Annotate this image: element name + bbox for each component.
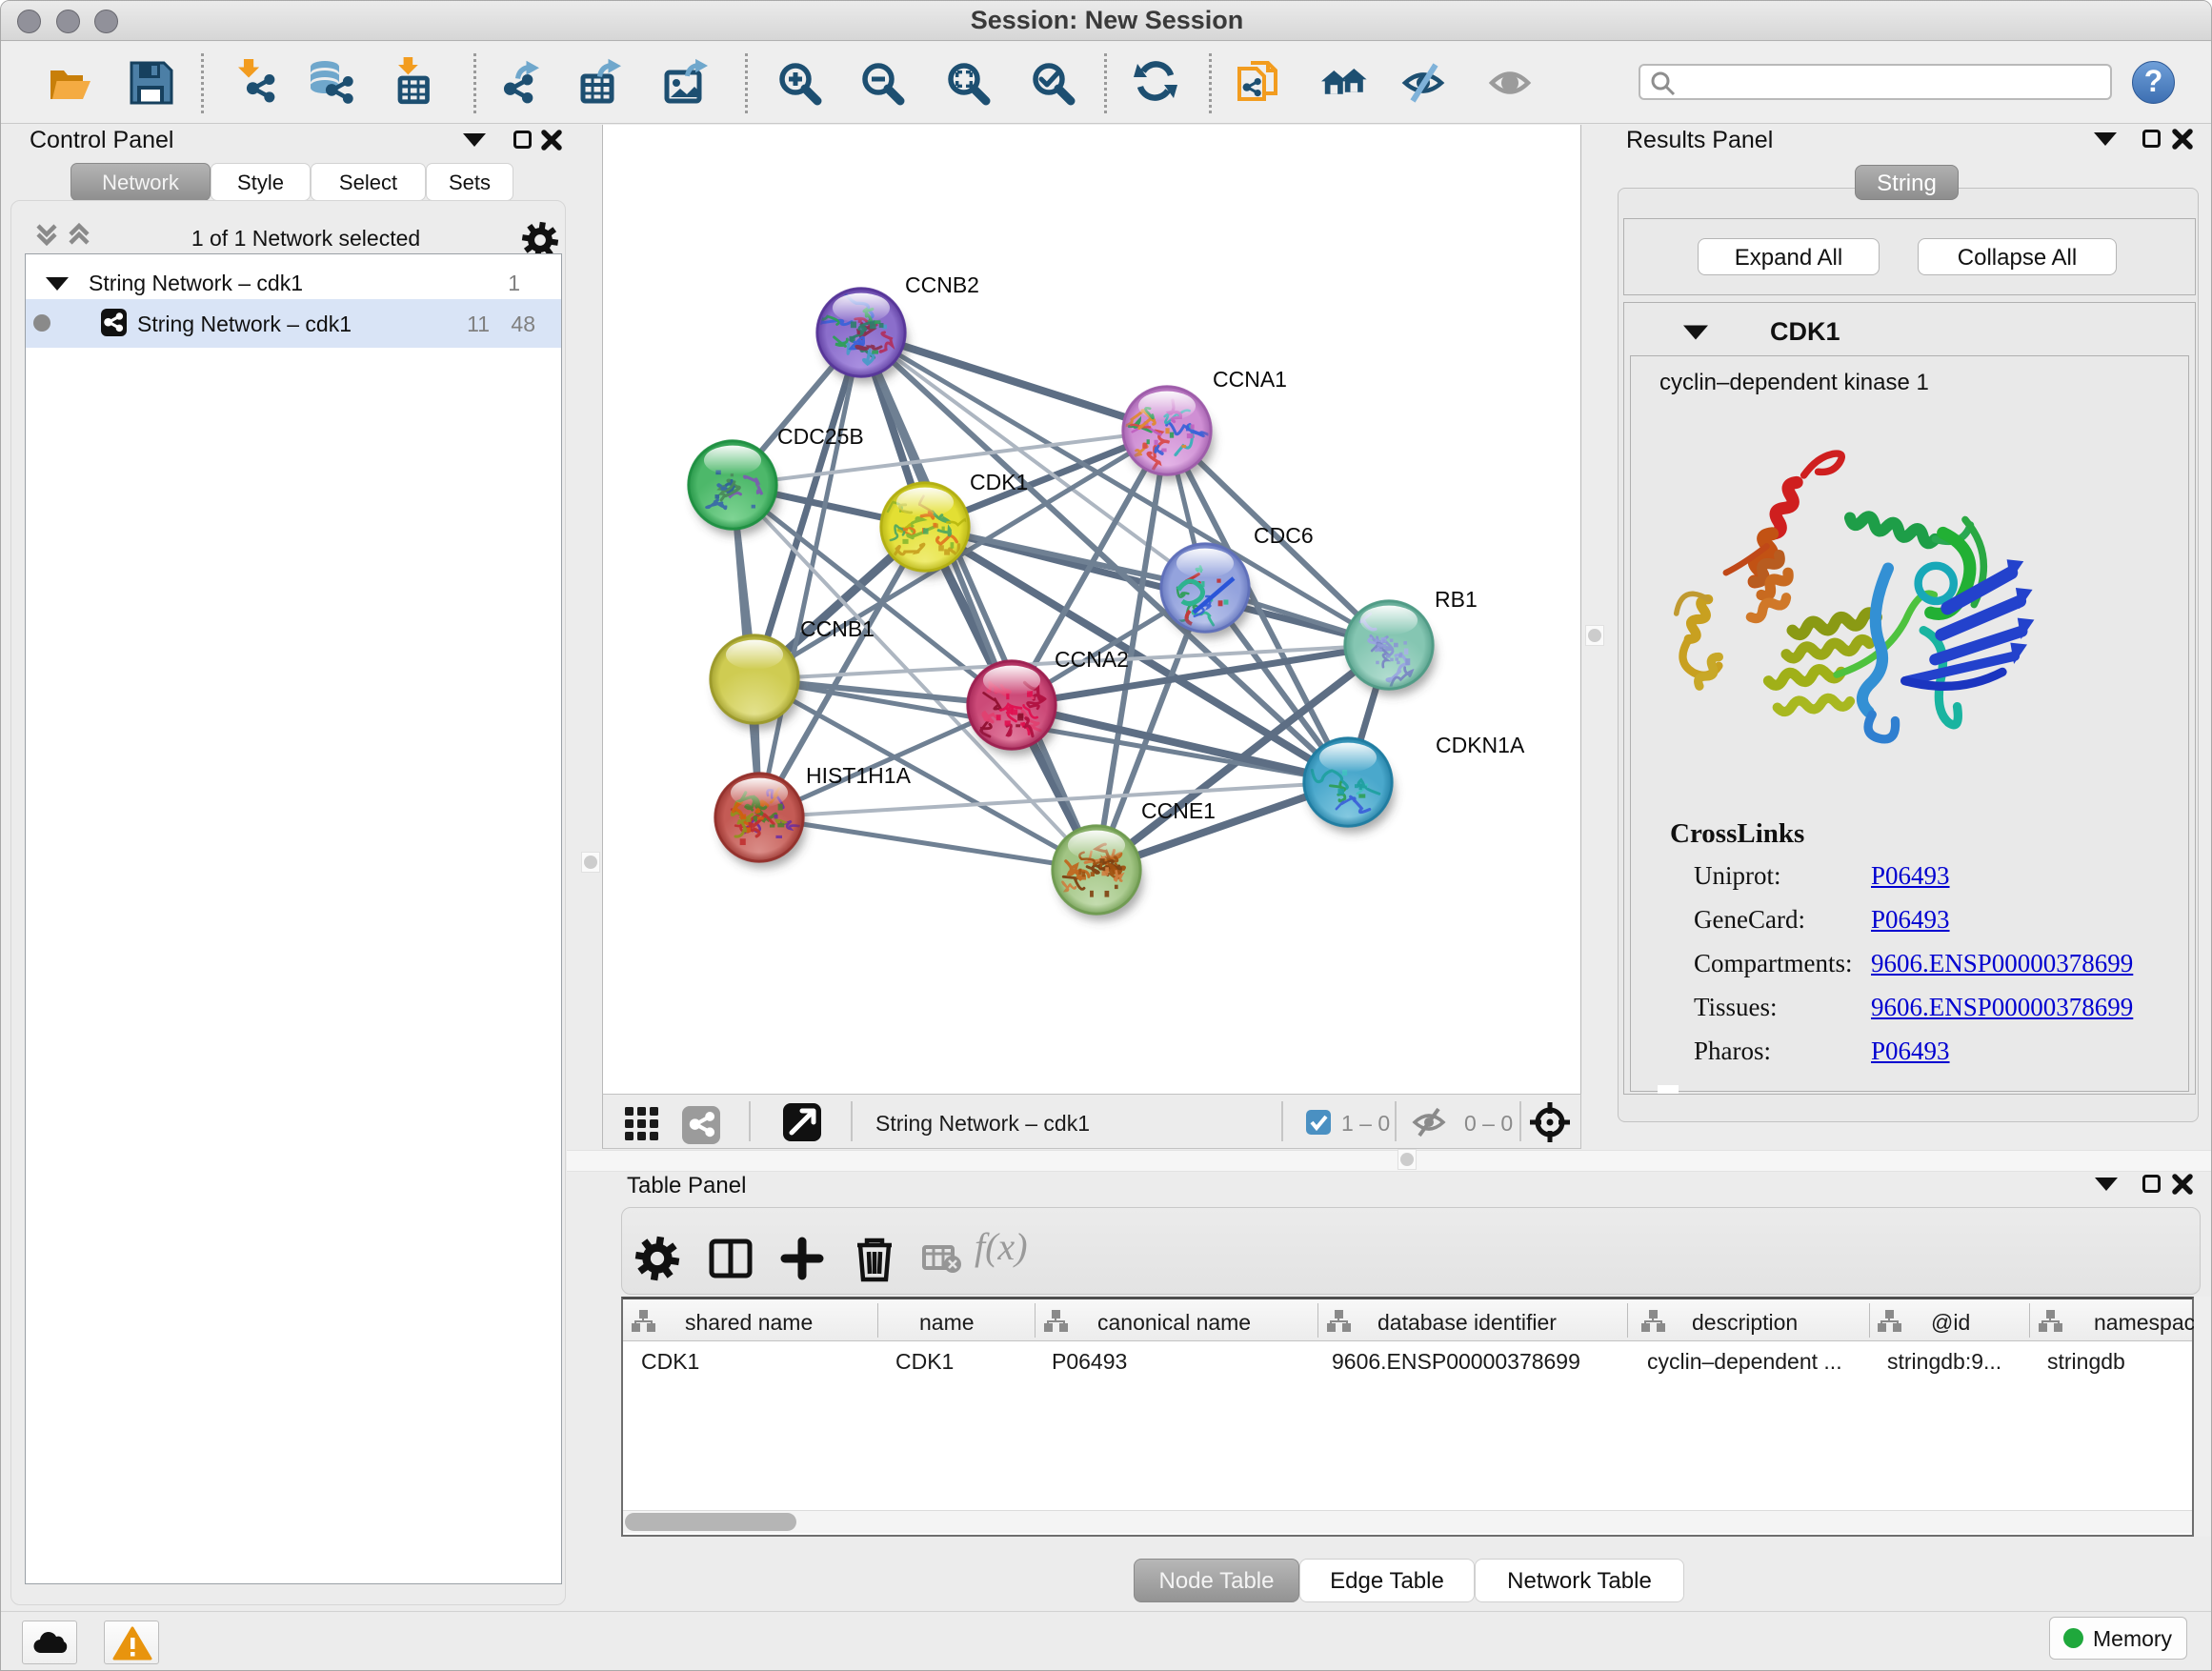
svg-text:CCNE1: CCNE1 <box>1141 798 1216 823</box>
svg-text:CDC25B: CDC25B <box>777 424 864 449</box>
svg-text:CDK1: CDK1 <box>970 470 1028 494</box>
svg-text:RB1: RB1 <box>1435 587 1478 612</box>
svg-text:CCNB2: CCNB2 <box>905 272 979 297</box>
svg-text:0 – 0: 0 – 0 <box>1464 1111 1513 1136</box>
svg-text:CCNB1: CCNB1 <box>800 616 875 641</box>
svg-text:CCNA1: CCNA1 <box>1213 367 1287 392</box>
svg-text:String Network – cdk1: String Network – cdk1 <box>875 1111 1090 1136</box>
svg-text:CDC6: CDC6 <box>1254 523 1314 548</box>
svg-text:HIST1H1A: HIST1H1A <box>806 763 912 788</box>
svg-text:CCNA2: CCNA2 <box>1055 647 1129 672</box>
svg-text:1 – 0: 1 – 0 <box>1341 1111 1390 1136</box>
svg-text:CDKN1A: CDKN1A <box>1436 733 1525 757</box>
